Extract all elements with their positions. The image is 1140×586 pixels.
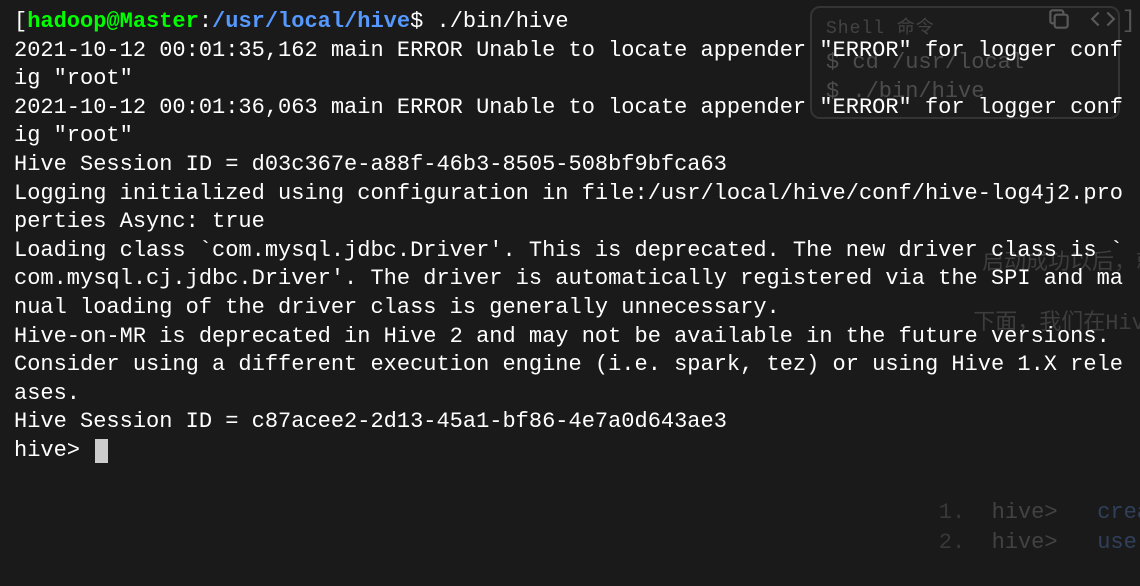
- output-line: Hive Session ID = c87acee2-2d13-45a1-bf8…: [14, 408, 1126, 437]
- output-line: Logging initialized using configuration …: [14, 180, 1126, 237]
- command-text: ./bin/hive: [437, 9, 569, 34]
- prompt-user-host: hadoop@Master: [27, 9, 199, 34]
- bracket-decoration: ]: [1122, 6, 1136, 37]
- output-line: Loading class `com.mysql.jdbc.Driver'. T…: [14, 237, 1126, 323]
- prompt-bracket-open: [: [14, 9, 27, 34]
- output-line: 2021-10-12 00:01:36,063 main ERROR Unabl…: [14, 94, 1126, 151]
- prompt-path: /usr/local/hive: [212, 9, 410, 34]
- output-line: 2021-10-12 00:01:35,162 main ERROR Unabl…: [14, 37, 1126, 94]
- bg-hive-2: 2. hive> use: [886, 500, 1140, 586]
- cursor: [95, 439, 108, 463]
- hive-prompt-line[interactable]: hive>: [14, 437, 1126, 466]
- output-line: Hive Session ID = d03c367e-a88f-46b3-850…: [14, 151, 1126, 180]
- terminal[interactable]: [hadoop@Master:/usr/local/hive$ ./bin/hi…: [0, 0, 1140, 474]
- prompt-line: [hadoop@Master:/usr/local/hive$ ./bin/hi…: [14, 8, 1126, 37]
- hive-prompt: hive>: [14, 438, 93, 463]
- output-line: Hive-on-MR is deprecated in Hive 2 and m…: [14, 323, 1126, 409]
- prompt-dollar: $: [410, 9, 436, 34]
- prompt-separator: :: [199, 9, 212, 34]
